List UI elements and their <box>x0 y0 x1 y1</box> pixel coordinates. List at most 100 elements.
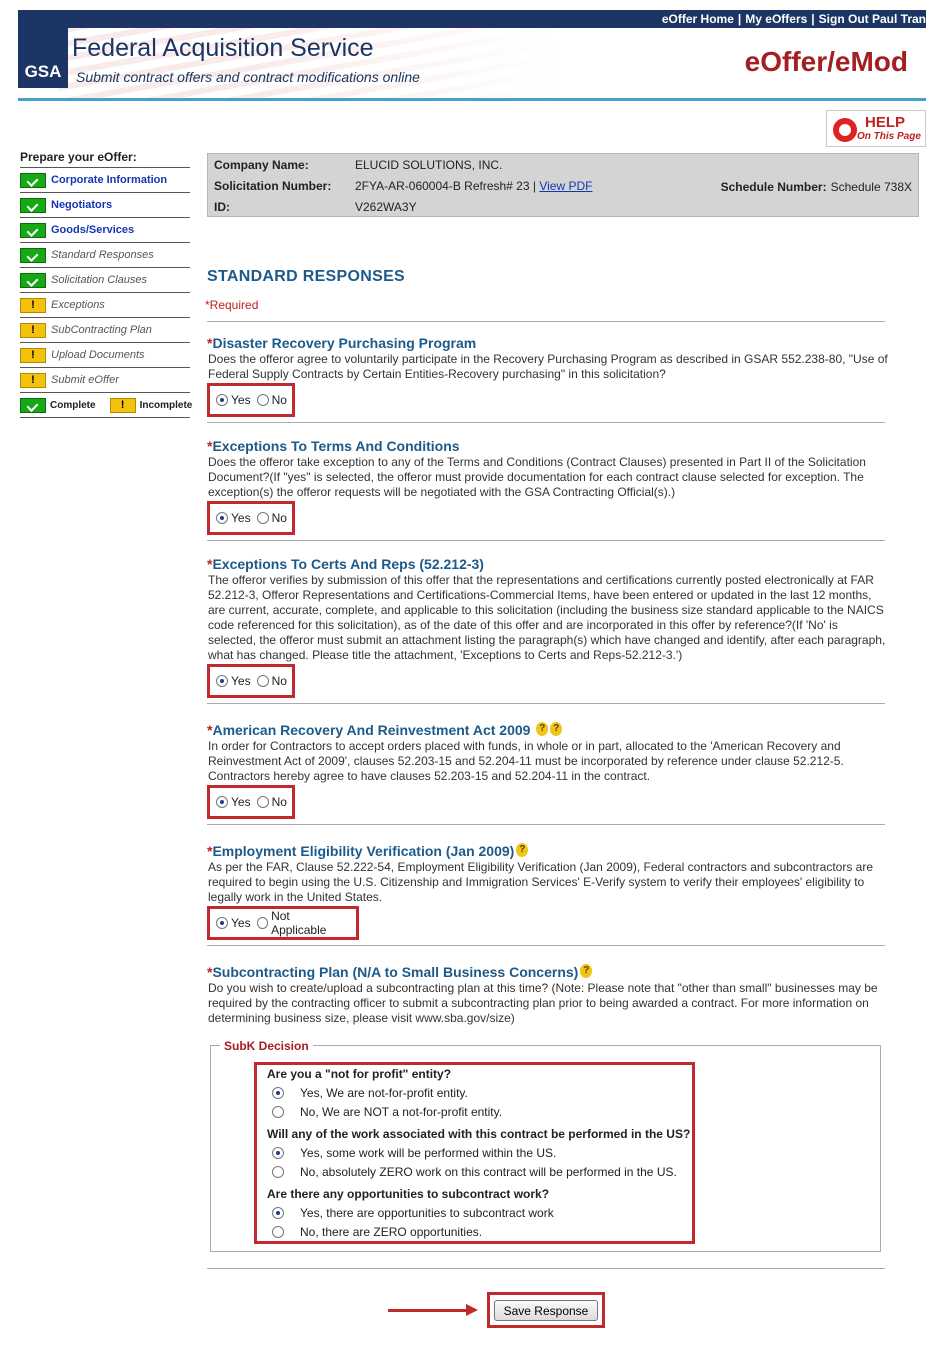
page-title: STANDARD RESPONSES <box>207 268 406 285</box>
help-question-icon[interactable]: ? <box>580 964 593 978</box>
sidebar-heading: Prepare your eOffer: <box>20 148 190 168</box>
legend-complete: Complete <box>50 399 96 411</box>
sidebar-item-label: Upload Documents <box>51 349 145 361</box>
subk-option-opportunities-yes[interactable]: Yes, there are opportunities to subcontr… <box>272 1206 554 1220</box>
radio-button-selected[interactable] <box>272 1087 284 1099</box>
link-my-eoffers[interactable]: My eOffers <box>745 12 807 26</box>
subk-question-us-work: Will any of the work associated with thi… <box>267 1127 691 1141</box>
link-eoffer-home[interactable]: eOffer Home <box>662 12 734 26</box>
radio-no[interactable]: No <box>256 511 287 525</box>
section-desc-subcontracting-plan: Do you wish to create/upload a subcontra… <box>208 981 878 1025</box>
radio-button[interactable] <box>256 675 269 687</box>
radio-button-selected[interactable] <box>216 917 228 929</box>
radio-not-applicable[interactable]: Not Applicable <box>256 909 344 937</box>
subk-questions: Are you a "not for profit" entity? Yes, … <box>254 1062 695 1244</box>
offer-info-box: Company Name: ELUCID SOLUTIONS, INC. Sol… <box>207 153 919 217</box>
warning-icon: ! <box>20 297 46 313</box>
divider <box>207 321 885 322</box>
radio-button[interactable] <box>272 1106 284 1118</box>
required-note: *Required <box>205 298 259 312</box>
divider <box>207 703 885 704</box>
section-desc-disaster-recovery: Does the offeror agree to voluntarily pa… <box>208 352 888 381</box>
save-response-button[interactable]: Save Response <box>494 1300 598 1321</box>
subk-question-nonprofit: Are you a "not for profit" entity? <box>267 1067 452 1081</box>
radio-yes[interactable]: Yes <box>216 393 251 407</box>
gsa-logo[interactable]: GSA <box>18 28 68 88</box>
sidebar-item-label: Negotiators <box>51 199 113 211</box>
sidebar-item-corporate-information[interactable]: Corporate Information <box>20 168 190 193</box>
sidebar-item-submit-eoffer: ! Submit eOffer <box>20 368 190 393</box>
radio-button[interactable] <box>272 1226 284 1238</box>
warning-icon: ! <box>109 397 136 413</box>
subk-legend: SubK Decision <box>220 1039 313 1053</box>
radio-yes[interactable]: Yes <box>216 674 251 688</box>
sidebar-item-goods-services[interactable]: Goods/Services <box>20 218 190 243</box>
radio-button-selected[interactable] <box>216 512 228 524</box>
link-sign-out[interactable]: Sign Out Paul Tran <box>819 12 926 26</box>
radio-yes[interactable]: Yes <box>216 916 251 930</box>
radio-button-selected[interactable] <box>216 394 228 406</box>
radio-button[interactable] <box>256 796 269 808</box>
sidebar-item-subcontracting-plan: ! SubContracting Plan <box>20 318 190 343</box>
section-title-certs-reps: *Exceptions To Certs And Reps (52.212-3) <box>207 556 484 572</box>
subk-option-us-work-yes[interactable]: Yes, some work will be performed within … <box>272 1146 556 1160</box>
radio-group-disaster-recovery: Yes No <box>207 383 295 417</box>
help-question-icon[interactable]: ? <box>536 722 549 736</box>
radio-no[interactable]: No <box>256 795 287 809</box>
help-question-icon[interactable]: ? <box>516 843 529 857</box>
check-icon <box>20 197 46 213</box>
section-title-exceptions-terms: *Exceptions To Terms And Conditions <box>207 438 460 454</box>
radio-yes[interactable]: Yes <box>216 511 251 525</box>
sidebar-item-solicitation-clauses: Solicitation Clauses <box>20 268 190 293</box>
section-desc-exceptions-terms: Does the offeror take exception to any o… <box>208 455 866 499</box>
solicitation-value-group: 2FYA-AR-060004-B Refresh# 23 | View PDF <box>355 179 592 193</box>
banner-divider <box>18 98 926 101</box>
warning-icon: ! <box>20 322 46 338</box>
check-icon <box>20 172 46 188</box>
schedule-label: Schedule Number: <box>720 180 827 194</box>
sidebar-item-negotiators[interactable]: Negotiators <box>20 193 190 218</box>
divider <box>207 540 885 541</box>
check-icon <box>20 397 46 413</box>
view-pdf-link[interactable]: View PDF <box>539 179 592 193</box>
sidebar-item-label: Submit eOffer <box>51 374 119 386</box>
radio-group-recovery-act: Yes No <box>207 785 295 819</box>
radio-button[interactable] <box>256 512 269 524</box>
subk-option-us-work-no[interactable]: No, absolutely ZERO work on this contrac… <box>272 1165 677 1179</box>
subk-option-nonprofit-yes[interactable]: Yes, We are not-for-profit entity. <box>272 1086 468 1100</box>
org-title: Federal Acquisition Service <box>72 34 374 62</box>
sidebar-item-label: Corporate Information <box>51 174 168 186</box>
help-question-icon[interactable]: ? <box>550 722 563 736</box>
radio-no[interactable]: No <box>256 393 287 407</box>
solicitation-value: 2FYA-AR-060004-B Refresh# 23 | <box>355 179 536 193</box>
section-desc-employment-verification: As per the FAR, Clause 52.222-54, Employ… <box>208 860 873 904</box>
radio-no[interactable]: No <box>256 674 287 688</box>
radio-button[interactable] <box>272 1166 284 1178</box>
subk-option-nonprofit-no[interactable]: No, We are NOT a not-for-profit entity. <box>272 1105 502 1119</box>
divider <box>207 824 885 825</box>
radio-yes[interactable]: Yes <box>216 795 251 809</box>
radio-button-selected[interactable] <box>272 1147 284 1159</box>
radio-button[interactable] <box>256 394 269 406</box>
section-desc-recovery-act: In order for Contractors to accept order… <box>208 739 844 783</box>
app-title: eOffer/eMod <box>744 46 908 77</box>
warning-icon: ! <box>20 372 46 388</box>
legend-incomplete: Incomplete <box>139 399 193 411</box>
id-label: ID: <box>214 200 230 214</box>
sidebar-nav: Prepare your eOffer: Corporate Informati… <box>20 148 193 418</box>
subk-option-opportunities-no[interactable]: No, there are ZERO opportunities. <box>272 1225 482 1239</box>
org-subtitle: Submit contract offers and contract modi… <box>76 69 420 85</box>
divider <box>207 422 885 423</box>
radio-button-selected[interactable] <box>272 1207 284 1219</box>
solicitation-label: Solicitation Number: <box>214 179 332 193</box>
sidebar-item-upload-documents: ! Upload Documents <box>20 343 190 368</box>
radio-button-selected[interactable] <box>216 796 228 808</box>
radio-button[interactable] <box>256 917 269 929</box>
help-button[interactable]: HELP On This Page <box>826 110 926 147</box>
divider <box>207 945 885 946</box>
section-title-recovery-act: *American Recovery And Reinvestment Act … <box>207 722 563 738</box>
radio-button-selected[interactable] <box>216 675 228 687</box>
sidebar-item-label: Standard Responses <box>51 249 154 261</box>
radio-group-exceptions-terms: Yes No <box>207 501 295 535</box>
check-icon <box>20 247 46 263</box>
